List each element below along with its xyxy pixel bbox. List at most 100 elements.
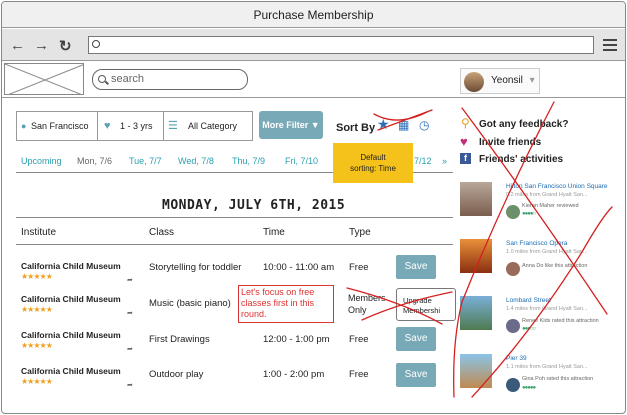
day-heading: MONDAY, JULY 6TH, 2015: [162, 198, 346, 213]
url-bar[interactable]: [88, 36, 594, 54]
class-type: Free: [349, 334, 369, 345]
class-time: 1:00 - 2:00 pm: [263, 369, 325, 380]
attraction-thumbnail[interactable]: [460, 354, 492, 388]
attraction-title[interactable]: Lombard Street: [506, 297, 551, 304]
day-divider: [16, 217, 453, 218]
facebook-icon: f: [460, 153, 471, 164]
more-filter-label: More Filter: [262, 120, 309, 130]
refresh-icon[interactable]: ↻: [59, 37, 72, 55]
attraction-title[interactable]: Hilton San Francisco Union Square: [506, 183, 608, 190]
date-tab-thu[interactable]: Thu, 7/9: [232, 156, 265, 166]
save-button[interactable]: Save: [396, 327, 436, 351]
heart-icon: ♥: [460, 134, 468, 149]
share-icon[interactable]: ➦: [127, 309, 133, 317]
more-filter-button[interactable]: More Filter ▼: [259, 111, 323, 139]
star-sort-icon[interactable]: ★: [377, 116, 390, 133]
attraction-thumbnail[interactable]: [460, 239, 492, 273]
avatar: [506, 262, 520, 276]
age-value: 1 - 3 yrs: [120, 121, 153, 131]
browser-navbar: ← → ↻: [2, 29, 625, 61]
feedback-link[interactable]: Got any feedback?: [479, 119, 568, 130]
attraction-thumbnail[interactable]: [460, 296, 492, 330]
hamburger-icon[interactable]: [603, 39, 617, 51]
date-tab-tue[interactable]: Tue, 7/7: [129, 156, 162, 166]
location-pin-icon: ●: [21, 121, 27, 131]
sticky-note: Default sorting: Time: [333, 143, 413, 183]
class-name[interactable]: Outdoor play: [149, 369, 203, 380]
calendar-icon[interactable]: ▦: [398, 118, 409, 132]
sort-by-label: Sort By: [336, 122, 376, 134]
activity-text: Gina Poh rated this attraction: [522, 376, 594, 382]
attraction-thumbnail[interactable]: [460, 182, 492, 216]
location-filter[interactable]: ● San Francisco: [16, 111, 98, 141]
chevron-right-icon[interactable]: »: [442, 156, 447, 166]
class-time: 12:00 - 1:00 pm: [263, 334, 330, 345]
arrow-right-icon[interactable]: →: [34, 37, 49, 54]
save-button[interactable]: Save: [396, 255, 436, 279]
friends-activities-heading: Friends' activities: [479, 154, 564, 165]
lightbulb-icon: ⚲: [461, 116, 470, 130]
share-icon[interactable]: ➦: [127, 345, 133, 353]
attraction-distance: 1.4 miles from Grand Hyatt San...: [506, 306, 588, 312]
heart-icon: ♥: [104, 120, 111, 132]
user-name: Yeonsil: [491, 75, 523, 86]
save-button[interactable]: Save: [396, 363, 436, 387]
avatar: [464, 72, 484, 92]
share-icon[interactable]: ➦: [127, 381, 133, 389]
rating-stars: ★★★★★: [21, 272, 53, 281]
arrow-left-icon[interactable]: ←: [10, 37, 25, 54]
column-header-time: Time: [263, 227, 285, 238]
avatar: [506, 205, 520, 219]
date-tab-mon[interactable]: Mon, 7/6: [77, 156, 112, 166]
review-comment: Let's focus on free classes first in thi…: [238, 285, 334, 323]
rating-dots: ●●●●○: [522, 211, 536, 217]
clock-icon[interactable]: ◷: [419, 118, 429, 132]
activity-text: Kieran Maher reviewed: [522, 203, 579, 209]
sticky-line2: sorting: Time: [350, 164, 396, 173]
funnel-icon: ▼: [310, 120, 320, 130]
chevron-down-icon: ▾: [529, 75, 535, 86]
date-tab-wed[interactable]: Wed, 7/8: [178, 156, 214, 166]
user-menu[interactable]: Yeonsil ▾: [460, 68, 540, 94]
list-icon: ☰: [168, 120, 178, 132]
class-name[interactable]: Music (basic piano): [149, 298, 231, 309]
rating-stars: ★★★★★: [21, 305, 53, 314]
attraction-distance: 0.2 miles from Grand Hyatt San...: [506, 192, 588, 198]
attraction-title[interactable]: San Francisco Opera: [506, 240, 567, 247]
column-header-type: Type: [349, 227, 371, 238]
activity-text: Anna Do like this attraction: [522, 263, 588, 269]
attraction-distance: 1.1 miles from Grand Hyatt San...: [506, 364, 588, 370]
attraction-title[interactable]: Pier 39: [506, 355, 527, 362]
search-icon: [98, 75, 106, 83]
search-icon: [92, 40, 100, 48]
share-icon[interactable]: ➦: [127, 276, 133, 284]
avatar: [506, 378, 520, 392]
institute-name[interactable]: California Child Museum: [21, 366, 121, 376]
column-header-institute: Institute: [21, 227, 57, 238]
institute-name[interactable]: California Child Museum: [21, 330, 121, 340]
table-header-divider: [16, 244, 453, 245]
date-tab-sun[interactable]: 7/12: [414, 156, 432, 166]
class-name[interactable]: Storytelling for toddler: [149, 262, 241, 273]
attraction-distance: 1.0 miles from Grand Hyatt San...: [506, 249, 588, 255]
rating-dots: ●●●○○: [522, 326, 536, 332]
institute-name[interactable]: California Child Museum: [21, 261, 121, 271]
date-tab-fri[interactable]: Fri, 7/10: [285, 156, 318, 166]
activity-text: Renee Kids rated this attraction: [522, 318, 599, 324]
browser-window: Purchase Membership ← → ↻ search Yeonsil…: [1, 1, 626, 414]
invite-friends-link[interactable]: Invite friends: [479, 137, 541, 148]
date-tab-upcoming[interactable]: Upcoming: [21, 156, 62, 166]
logo-placeholder: [4, 63, 84, 95]
search-input[interactable]: search: [92, 69, 248, 90]
location-value: San Francisco: [31, 121, 89, 131]
class-type: Members Only: [348, 293, 386, 315]
upgrade-membership-button[interactable]: Upgrade Membershi: [396, 288, 456, 321]
sticky-line1: Default: [360, 153, 386, 162]
age-filter[interactable]: ♥ 1 - 3 yrs: [97, 111, 164, 141]
category-filter[interactable]: ☰ All Category: [163, 111, 253, 141]
category-value: All Category: [188, 121, 238, 131]
header-divider: [2, 97, 625, 98]
class-name[interactable]: First Drawings: [149, 334, 210, 345]
class-type: Free: [349, 262, 369, 273]
institute-name[interactable]: California Child Museum: [21, 294, 121, 304]
